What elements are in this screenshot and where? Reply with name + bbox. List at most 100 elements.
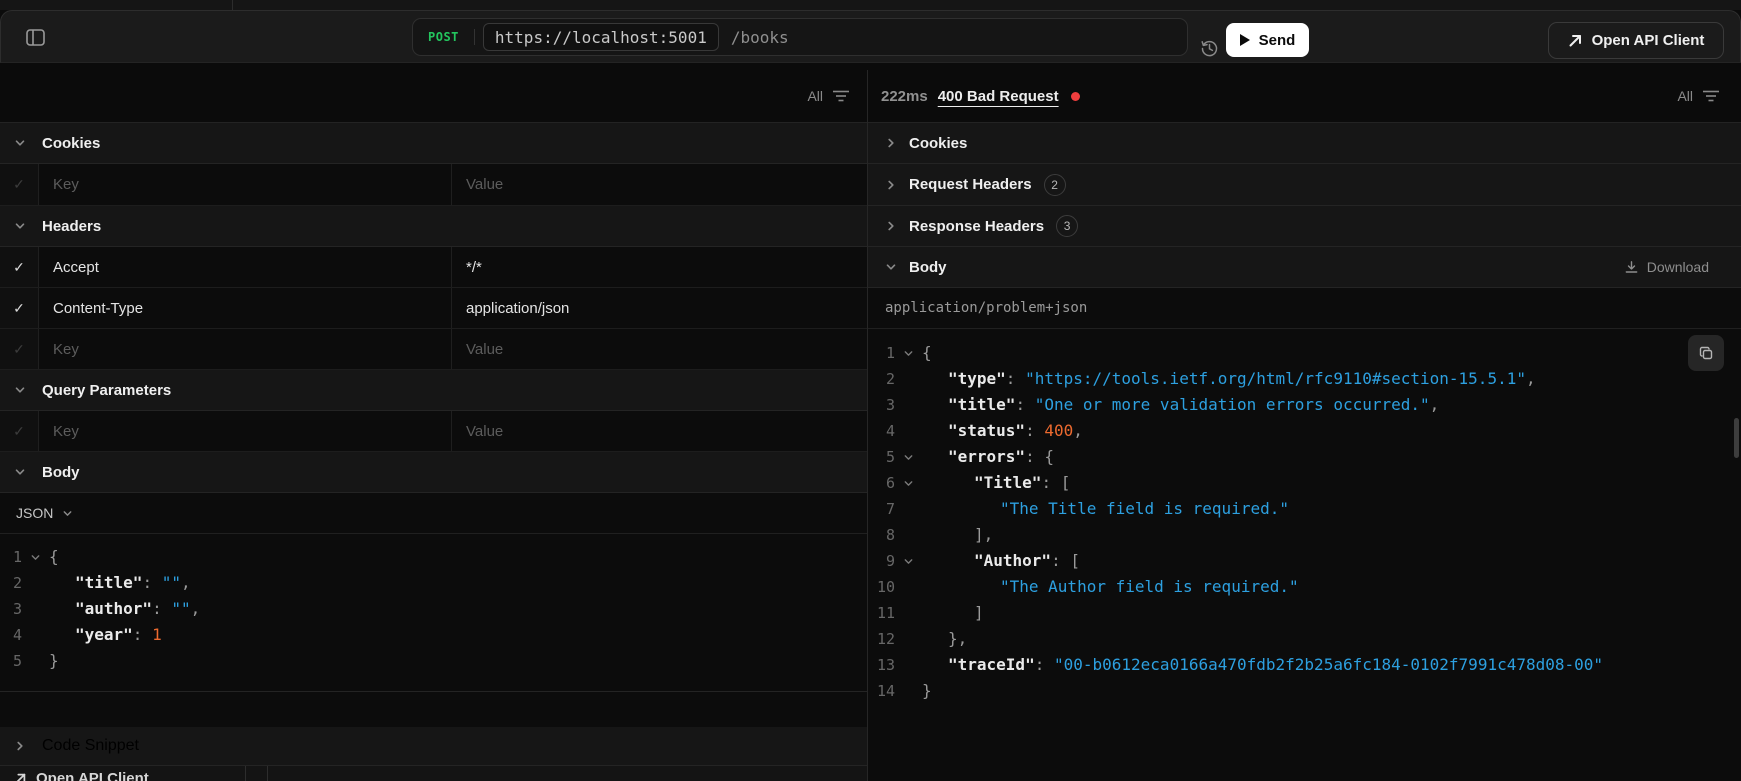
row-checkbox[interactable]: ✓ — [0, 329, 39, 369]
bottom-open-api-client-button[interactable]: Open API Client — [0, 766, 867, 781]
body-format-value: JSON — [16, 505, 54, 521]
history-button[interactable] — [1197, 36, 1221, 60]
row-checkbox[interactable]: ✓ — [0, 288, 39, 328]
base-url-field[interactable]: https://localhost:5001 — [482, 23, 719, 51]
filter-all-label: All — [807, 88, 823, 104]
row-checkbox[interactable]: ✓ — [0, 164, 39, 205]
code-text: "title": "", — [75, 573, 191, 592]
window-top-strip — [0, 0, 1741, 10]
line-number: 3 — [12, 600, 22, 618]
download-button[interactable]: Download — [1624, 259, 1727, 275]
key-placeholder: Key — [53, 422, 79, 440]
response-section-request-headers[interactable]: Request Headers 2 — [868, 164, 1741, 206]
code-line: 2 "type": "https://tools.ietf.org/html/rf… — [868, 366, 1741, 392]
fold-toggle[interactable] — [895, 340, 922, 366]
key-input[interactable]: Content-Type — [39, 288, 452, 328]
value-input[interactable]: Value — [452, 164, 867, 205]
fold-gutter — [895, 626, 922, 652]
key-input[interactable]: Key — [39, 329, 452, 369]
code-text: "status": 400, — [948, 421, 1083, 440]
chevron-down-icon[interactable] — [14, 137, 26, 149]
chevron-down-icon[interactable] — [14, 220, 26, 232]
response-body-viewer[interactable]: 1{2 "type": "https://tools.ietf.org/html/… — [868, 329, 1741, 781]
sidebar-toggle-button[interactable] — [24, 27, 46, 47]
scrollbar-thumb[interactable] — [1734, 418, 1739, 458]
fold-gutter — [22, 596, 49, 622]
code-text: "The Author field is required." — [1000, 577, 1299, 596]
open-api-client-button[interactable]: Open API Client — [1548, 22, 1724, 59]
fold-gutter — [895, 392, 922, 418]
response-status-code[interactable]: 400 Bad Request — [938, 88, 1059, 105]
code-text: ], — [974, 525, 994, 544]
top-strip-divider — [232, 0, 233, 10]
code-text: { — [922, 343, 932, 362]
fold-toggle[interactable] — [895, 444, 922, 470]
value-input[interactable]: */* — [452, 247, 867, 287]
chevron-right-icon[interactable] — [885, 179, 897, 191]
key-input[interactable]: Accept — [39, 247, 452, 287]
response-section-cookies[interactable]: Cookies — [868, 123, 1741, 164]
code-text: }, — [948, 629, 968, 648]
code-line: 4 "status": 400, — [868, 418, 1741, 444]
arrow-up-right-icon — [1569, 35, 1581, 47]
section-body[interactable]: Body — [0, 452, 867, 493]
request-filter-all-button[interactable]: All — [807, 88, 867, 104]
section-cookies[interactable]: Cookies — [0, 123, 867, 164]
chevron-right-icon[interactable] — [885, 220, 897, 232]
line-number: 11 — [876, 604, 895, 622]
response-section-body[interactable]: Body Download — [868, 247, 1741, 288]
request-body-editor[interactable]: 1{2 "title": "", 3 "author": "", 4 "year": 15… — [0, 534, 867, 692]
response-filter-all-button[interactable]: All — [1677, 88, 1741, 104]
line-number: 3 — [885, 396, 895, 414]
query-params-empty-row: ✓ Key Value — [0, 411, 867, 452]
response-panel: 222ms 400 Bad Request All Cookies Reques… — [867, 70, 1741, 781]
code-line: 4 "year": 1 — [0, 622, 867, 648]
line-number: 1 — [12, 548, 22, 566]
section-title: Body — [42, 463, 80, 481]
fold-toggle[interactable] — [895, 470, 922, 496]
response-status-row: 222ms 400 Bad Request All — [868, 70, 1741, 123]
request-filter-row: All — [0, 70, 867, 123]
chevron-down-icon[interactable] — [14, 466, 26, 478]
code-line: 14} — [868, 678, 1741, 704]
http-method-badge[interactable]: POST — [413, 30, 474, 44]
chevron-right-icon[interactable] — [14, 740, 26, 752]
chevron-down-icon[interactable] — [885, 261, 897, 273]
fold-toggle[interactable] — [895, 548, 922, 574]
request-url-bar[interactable]: POST https://localhost:5001 /books — [412, 18, 1188, 56]
value-input[interactable]: Value — [452, 329, 867, 369]
copy-response-button[interactable] — [1688, 335, 1724, 371]
fold-toggle[interactable] — [22, 544, 49, 570]
response-content-type: application/problem+json — [868, 288, 1741, 329]
section-code-snippet[interactable]: Code Snippet — [0, 727, 867, 766]
code-line: 6 "Title": [ — [868, 470, 1741, 496]
header-row-accept: ✓ Accept */* — [0, 247, 867, 288]
code-text: ] — [974, 603, 984, 622]
key-input[interactable]: Key — [39, 164, 452, 205]
bottom-bar-divider — [245, 766, 246, 781]
row-checkbox[interactable]: ✓ — [0, 411, 39, 451]
arrow-up-right-icon — [16, 773, 26, 781]
request-path[interactable]: /books — [727, 28, 789, 47]
fold-gutter — [895, 574, 922, 600]
chevron-right-icon[interactable] — [885, 137, 897, 149]
fold-chevron-icon — [904, 480, 913, 486]
fold-chevron-icon — [904, 350, 913, 356]
code-text: } — [49, 651, 59, 670]
body-format-select[interactable]: JSON — [0, 493, 867, 534]
row-checkbox[interactable]: ✓ — [0, 247, 39, 287]
key-input[interactable]: Key — [39, 411, 452, 451]
value-input[interactable]: Value — [452, 411, 867, 451]
send-button[interactable]: Send — [1226, 23, 1309, 57]
code-text: "errors": { — [948, 447, 1054, 466]
response-duration: 222ms — [881, 87, 928, 105]
key-placeholder: Key — [53, 176, 79, 193]
chevron-down-icon[interactable] — [14, 384, 26, 396]
error-status-dot — [1070, 91, 1080, 101]
bottom-bar: Open API Client — [0, 766, 867, 781]
section-query-parameters[interactable]: Query Parameters — [0, 370, 867, 411]
section-headers[interactable]: Headers — [0, 206, 867, 247]
value-input[interactable]: application/json — [452, 288, 867, 328]
line-number: 5 — [12, 652, 22, 670]
response-section-response-headers[interactable]: Response Headers 3 — [868, 206, 1741, 247]
